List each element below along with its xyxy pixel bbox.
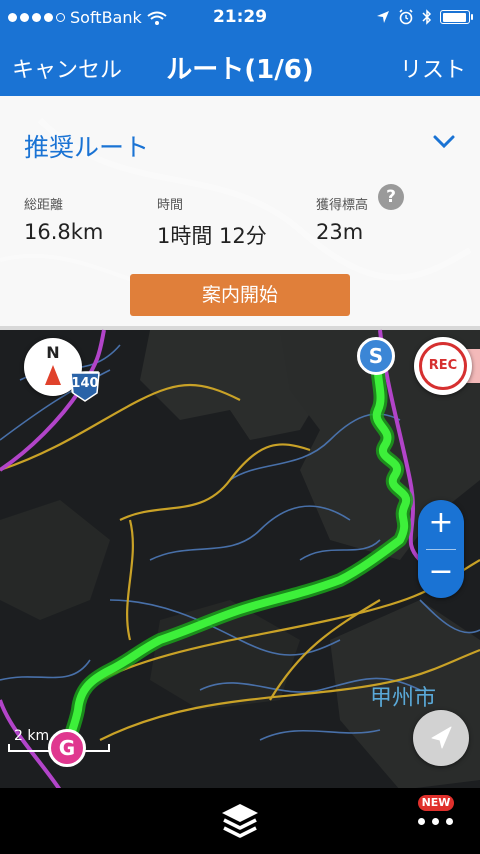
cancel-button[interactable]: キャンセル — [12, 52, 122, 84]
compass-north-label: N — [46, 343, 60, 362]
stat-elevation-gain: 獲得標高 23m — [316, 194, 368, 244]
layers-icon[interactable] — [218, 800, 262, 842]
stat-value: 1時間 12分 — [157, 224, 267, 248]
nav-bar: キャンセル ルート(1/6) リスト — [0, 40, 480, 96]
stat-label: 獲得標高 — [316, 198, 369, 213]
zoom-out-button[interactable]: − — [418, 549, 464, 598]
new-badge: NEW — [418, 795, 454, 811]
more-dots-icon[interactable] — [418, 818, 453, 825]
zoom-control: + − — [418, 500, 464, 598]
rec-label: REC — [419, 342, 467, 390]
start-guidance-button[interactable]: 案内開始 — [130, 274, 350, 316]
alarm-icon — [399, 9, 413, 25]
route-info-panel: 推奨ルート 総距離 16.8km 時間 1時間 12分 獲得標高 23m ? 案… — [0, 96, 480, 326]
route-name[interactable]: 推奨ルート — [24, 128, 149, 164]
list-button[interactable]: リスト — [400, 52, 466, 84]
stat-total-distance: 総距離 16.8km — [24, 194, 103, 244]
stat-label: 時間 — [157, 198, 184, 213]
stat-value: 23m — [316, 220, 364, 244]
navigation-arrow-icon — [431, 726, 452, 749]
stat-value: 16.8km — [24, 220, 104, 244]
location-arrow-icon — [377, 11, 389, 23]
goal-marker[interactable]: G — [48, 729, 86, 767]
route-screen: SoftBank 21:29 キャンセル ルート(1/6) リスト 推奨ルート … — [0, 0, 480, 854]
road-number-label: 140 — [71, 376, 99, 391]
current-location-button[interactable] — [413, 710, 469, 766]
rec-button[interactable]: REC — [414, 337, 472, 395]
place-label: 甲州市 — [370, 686, 437, 711]
rec-control[interactable]: REC — [414, 337, 480, 397]
help-icon[interactable]: ? — [378, 184, 404, 210]
bottom-toolbar: NEW — [0, 788, 480, 854]
compass-needle-icon — [45, 365, 61, 385]
status-bar: SoftBank 21:29 — [0, 0, 480, 40]
stat-label: 総距離 — [24, 198, 64, 213]
bluetooth-icon — [422, 9, 432, 25]
start-marker[interactable]: S — [357, 337, 395, 375]
stat-time: 時間 1時間 12分 — [157, 194, 267, 250]
chevron-down-icon[interactable] — [432, 134, 456, 150]
battery-icon — [440, 10, 473, 24]
zoom-in-button[interactable]: + — [418, 500, 464, 549]
scale-label: 2 km — [14, 728, 50, 744]
